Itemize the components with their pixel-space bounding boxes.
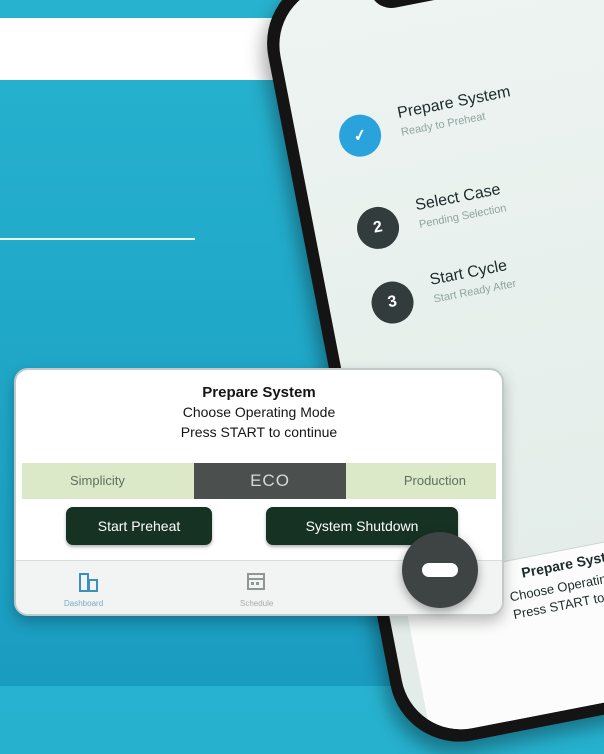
phone-notch [367, 0, 590, 12]
start-preheat-button[interactable]: Start Preheat [66, 507, 212, 545]
mode-option-simplicity[interactable]: Simplicity [70, 473, 125, 488]
chat-icon [422, 563, 458, 577]
mode-option-eco[interactable]: ECO [194, 463, 346, 499]
tab-dashboard-label[interactable]: Dashboard [64, 599, 103, 608]
header-banner [0, 18, 300, 80]
check-icon: ✓ [335, 111, 385, 161]
divider-line [0, 238, 195, 240]
calendar-icon[interactable] [246, 571, 266, 591]
mode-selector[interactable]: Simplicity ECO Production [22, 463, 496, 499]
dashboard-icon[interactable] [78, 571, 100, 593]
step-number: 3 [367, 277, 418, 328]
tab-schedule-label[interactable]: Schedule [240, 599, 273, 608]
mode-option-production[interactable]: Production [404, 473, 466, 488]
step-number: 2 [353, 203, 403, 253]
card-line-1: Choose Operating Mode [182, 404, 336, 420]
card-line-2: Press START to continue [180, 424, 338, 440]
card-title: Prepare System [202, 384, 316, 401]
floating-action-button[interactable] [402, 532, 478, 608]
